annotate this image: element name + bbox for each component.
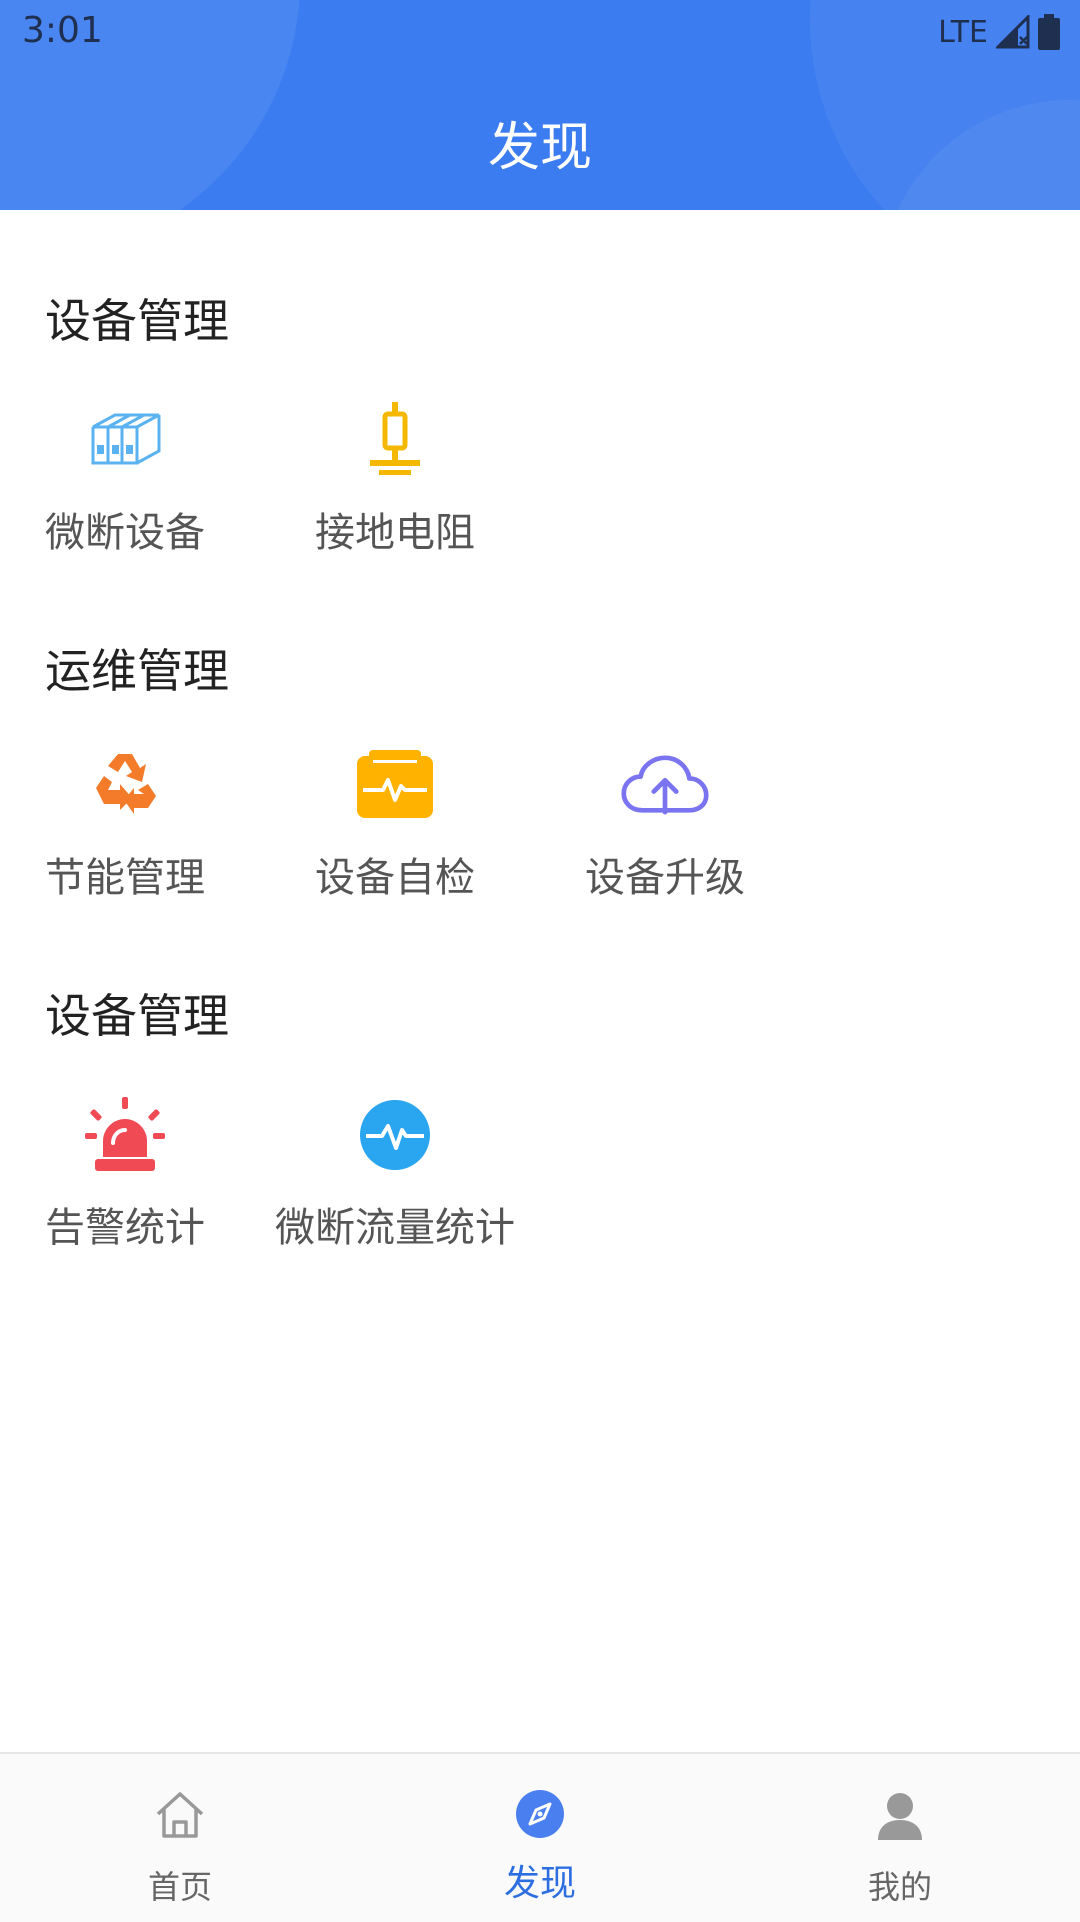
pulse-icon — [350, 1090, 440, 1180]
item-breaker-flow-statistics[interactable]: 微断流量统计 — [275, 1090, 515, 1270]
item-label: 接地电阻 — [315, 510, 475, 556]
signal-icon — [996, 15, 1030, 49]
page-title: 发现 — [487, 118, 592, 178]
section-title: 设备管理 — [45, 294, 229, 348]
nav-tab-mine[interactable]: 我的 — [800, 1754, 1000, 1922]
header-bar: 3:01 LTE 发现 — [0, 0, 1080, 210]
bottom-navigation: 首页 发现 我的 — [0, 1752, 1080, 1922]
section-title: 运维管理 — [45, 644, 229, 698]
compass-icon — [516, 1790, 564, 1838]
alarm-siren-icon — [80, 1090, 170, 1180]
circuit-breaker-icon — [80, 395, 170, 485]
item-label: 节能管理 — [45, 855, 205, 901]
self-check-icon — [350, 740, 440, 830]
status-indicators: LTE — [938, 12, 1060, 52]
battery-icon — [1038, 14, 1060, 50]
item-label: 设备升级 — [585, 855, 745, 901]
section-title: 设备管理 — [45, 989, 229, 1043]
item-label: 设备自检 — [315, 855, 475, 901]
item-self-check[interactable]: 设备自检 — [275, 740, 515, 920]
home-icon — [156, 1792, 204, 1838]
nav-label: 我的 — [867, 1868, 932, 1906]
nav-label: 首页 — [147, 1868, 212, 1906]
status-time: 3:01 — [22, 10, 103, 51]
item-energy-saving[interactable]: 节能管理 — [5, 740, 245, 920]
nav-label: 发现 — [503, 1863, 576, 1904]
recycle-icon — [80, 740, 170, 830]
grounding-resistor-icon — [350, 395, 440, 485]
item-circuit-breaker[interactable]: 微断设备 — [5, 395, 245, 575]
item-alarm-statistics[interactable]: 告警统计 — [5, 1090, 245, 1270]
item-label: 告警统计 — [45, 1205, 205, 1251]
nav-tab-discover[interactable]: 发现 — [440, 1754, 640, 1922]
network-type: LTE — [938, 14, 988, 50]
item-grounding-resistor[interactable]: 接地电阻 — [275, 395, 515, 575]
item-device-upgrade[interactable]: 设备升级 — [545, 740, 785, 920]
item-label: 微断流量统计 — [275, 1205, 515, 1251]
nav-tab-home[interactable]: 首页 — [80, 1754, 280, 1922]
discover-screen: 3:01 LTE 发现 设备管理 微断设备 接地电阻 运维管理 节能管理 设备自… — [0, 0, 1080, 1922]
cloud-upload-icon — [620, 740, 710, 830]
item-label: 微断设备 — [45, 510, 205, 556]
user-icon — [878, 1793, 922, 1840]
